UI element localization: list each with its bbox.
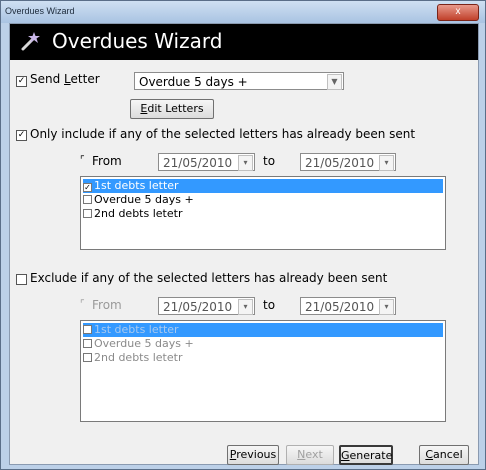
list-item[interactable]: Overdue 5 days +	[83, 337, 194, 351]
cancel-button[interactable]: Cancel	[419, 445, 469, 465]
list-item-label: Overdue 5 days +	[94, 337, 194, 350]
exclude-to-date-value: 21/05/2010	[305, 300, 375, 314]
exclude-letters-list[interactable]: 1st debts letter Overdue 5 days + 2nd de…	[80, 320, 446, 422]
item-checkbox[interactable]	[83, 353, 92, 362]
exclude-label: Exclude if any of the selected letters h…	[30, 271, 388, 285]
exclude-to-date[interactable]: 21/05/2010 ▾	[300, 297, 396, 315]
include-from-checkbox[interactable]: ⌜	[80, 155, 85, 166]
exclude-from-checkbox[interactable]: ⌜	[80, 299, 85, 310]
include-to-date-value: 21/05/2010	[305, 156, 375, 170]
list-item[interactable]: Overdue 5 days +	[83, 193, 194, 207]
close-button[interactable]: x	[437, 4, 479, 21]
list-item-label: 1st debts letter	[94, 323, 179, 336]
item-checkbox[interactable]: ✓	[83, 183, 92, 192]
include-to-label: to	[263, 154, 276, 168]
wizard-window: Overdues Wizard x Overdues Wizard ✓ Send…	[0, 0, 486, 470]
send-letter-label: Send Letter	[30, 72, 100, 86]
wizard-client-area: Overdues Wizard ✓ Send Letter Overdue 5 …	[9, 23, 479, 465]
wizard-header: Overdues Wizard	[10, 24, 478, 60]
send-letter-checkbox[interactable]: ✓	[16, 76, 27, 87]
wizard-wand-icon	[21, 32, 40, 51]
list-item[interactable]: 1st debts letter	[83, 323, 443, 337]
item-checkbox[interactable]	[83, 325, 92, 334]
generate-button[interactable]: Generate	[339, 445, 393, 465]
exclude-to-label: to	[263, 298, 276, 312]
exclude-from-date-value: 21/05/2010	[163, 300, 233, 314]
list-item[interactable]: 2nd debts letetr	[83, 207, 182, 221]
title-bar[interactable]: Overdues Wizard x	[1, 1, 485, 23]
next-button[interactable]: Next	[286, 445, 334, 465]
list-item[interactable]: 2nd debts letetr	[83, 351, 182, 365]
chevron-down-icon[interactable]: ▾	[379, 155, 394, 171]
list-item-label: 1st debts letter	[94, 179, 179, 192]
item-checkbox[interactable]	[83, 195, 92, 204]
previous-button[interactable]: Previous	[227, 445, 279, 465]
exclude-checkbox[interactable]	[16, 274, 27, 285]
include-from-date[interactable]: 21/05/2010 ▾	[158, 153, 255, 171]
exclude-from-date[interactable]: 21/05/2010 ▾	[158, 297, 255, 315]
send-letter-select-value: Overdue 5 days +	[139, 75, 248, 89]
list-item-label: 2nd debts letetr	[94, 207, 183, 220]
chevron-down-icon[interactable]: ▼	[327, 74, 342, 90]
include-from-label: From	[92, 154, 122, 168]
list-item-label: 2nd debts letetr	[94, 351, 183, 364]
exclude-from-label: From	[92, 298, 122, 312]
edit-letters-button[interactable]: Edit Letters	[130, 99, 214, 119]
chevron-down-icon[interactable]: ▾	[238, 155, 253, 171]
chevron-down-icon[interactable]: ▾	[379, 299, 394, 315]
item-checkbox[interactable]	[83, 339, 92, 348]
item-checkbox[interactable]	[83, 209, 92, 218]
chevron-down-icon[interactable]: ▾	[238, 299, 253, 315]
list-item-label: Overdue 5 days +	[94, 193, 194, 206]
include-to-date[interactable]: 21/05/2010 ▾	[300, 153, 396, 171]
include-checkbox[interactable]: ✓	[16, 130, 27, 141]
page-title: Overdues Wizard	[52, 29, 223, 53]
include-label: Only include if any of the selected lett…	[30, 127, 416, 141]
list-item[interactable]: ✓ 1st debts letter	[83, 179, 443, 193]
include-from-date-value: 21/05/2010	[163, 156, 233, 170]
send-letter-select[interactable]: Overdue 5 days + ▼	[134, 72, 344, 90]
window-title: Overdues Wizard	[5, 6, 75, 16]
include-letters-list[interactable]: ✓ 1st debts letter Overdue 5 days + 2nd d…	[80, 176, 446, 250]
